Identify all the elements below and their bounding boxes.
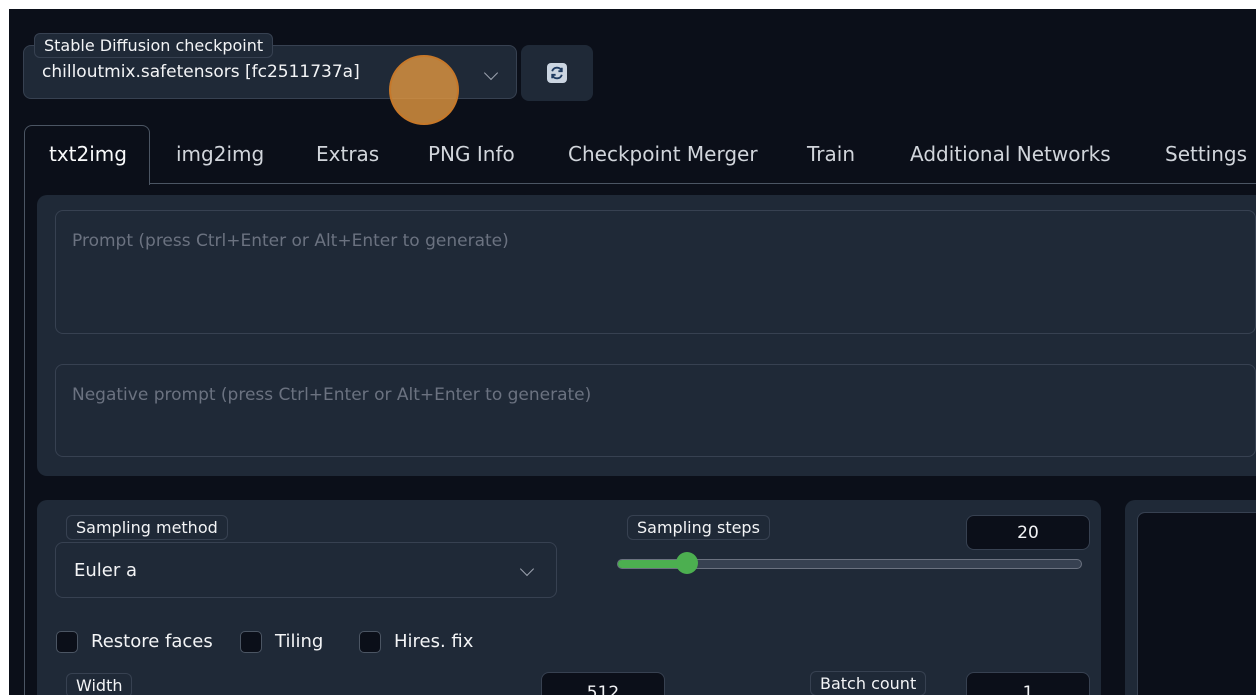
prompt-panel: Prompt (press Ctrl+Enter or Alt+Enter to… [37, 195, 1256, 476]
sampling-method-dropdown[interactable]: Euler a [55, 542, 557, 598]
width-input[interactable]: 512 [541, 672, 665, 695]
tab-settings[interactable]: Settings [1165, 142, 1247, 166]
restore-faces-label: Restore faces [91, 631, 213, 652]
prompt-input[interactable]: Prompt (press Ctrl+Enter or Alt+Enter to… [55, 210, 1256, 334]
output-image-area [1137, 512, 1256, 695]
batch-count-label: Batch count [810, 671, 927, 695]
negative-prompt-input[interactable]: Negative prompt (press Ctrl+Enter or Alt… [55, 364, 1256, 457]
sampling-method-value: Euler a [74, 560, 138, 581]
tab-body-border [24, 184, 25, 695]
sampling-steps-input[interactable]: 20 [966, 515, 1090, 550]
tab-divider [149, 183, 1256, 184]
tab-txt2img[interactable]: txt2img [49, 142, 127, 166]
negative-prompt-placeholder: Negative prompt (press Ctrl+Enter or Alt… [72, 385, 592, 405]
chevron-down-icon [519, 561, 535, 577]
refresh-area [521, 45, 593, 101]
checkpoint-value: chilloutmix.safetensors [fc2511737a] [42, 62, 360, 82]
refresh-button[interactable] [547, 63, 567, 83]
sampling-steps-label: Sampling steps [627, 515, 770, 540]
webui-app: chilloutmix.safetensors [fc2511737a] Sta… [9, 9, 1256, 695]
tab-png-info[interactable]: PNG Info [428, 142, 515, 166]
checkpoint-label: Stable Diffusion checkpoint [34, 33, 274, 58]
tab-extras[interactable]: Extras [316, 142, 379, 166]
hires-fix-checkbox[interactable] [359, 631, 381, 653]
batch-count-input[interactable]: 1 [966, 672, 1090, 695]
cursor-highlight [389, 55, 459, 125]
refresh-icon [551, 66, 563, 80]
tab-additional-networks[interactable]: Additional Networks [910, 142, 1111, 166]
tiling-checkbox[interactable] [240, 631, 262, 653]
tab-img2img[interactable]: img2img [176, 142, 264, 166]
restore-faces-checkbox[interactable] [56, 631, 78, 653]
chevron-down-icon [483, 65, 499, 81]
hires-fix-label: Hires. fix [394, 631, 474, 652]
prompt-placeholder: Prompt (press Ctrl+Enter or Alt+Enter to… [72, 231, 509, 251]
sampling-steps-slider-thumb[interactable] [676, 552, 698, 574]
sampling-method-label: Sampling method [66, 515, 228, 540]
tab-checkpoint-merger[interactable]: Checkpoint Merger [568, 142, 758, 166]
width-label: Width [66, 673, 133, 695]
tab-train[interactable]: Train [807, 142, 855, 166]
tiling-label: Tiling [275, 631, 324, 652]
